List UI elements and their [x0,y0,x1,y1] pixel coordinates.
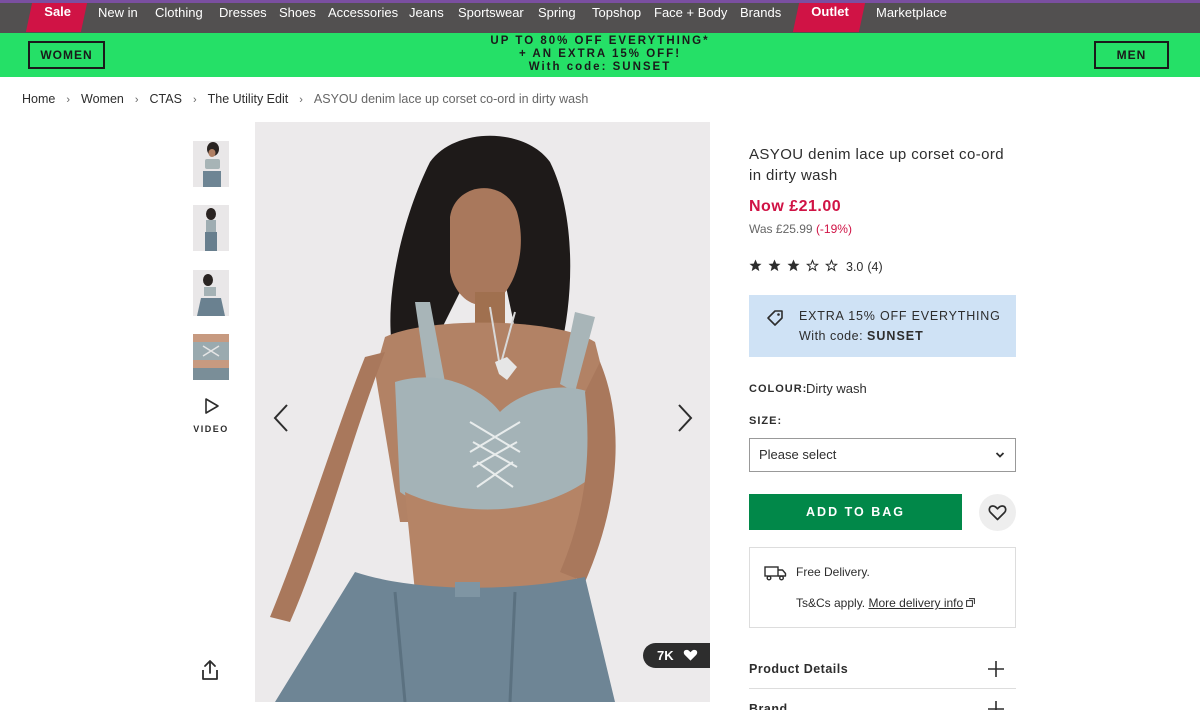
rating-count: (4) [867,260,883,274]
promo-line-1: UP TO 80% OFF EVERYTHING* [490,35,710,47]
video-play-icon[interactable] [202,397,220,415]
star-empty-icon [825,259,838,272]
star-filled-icon [787,259,800,272]
accordion-brand[interactable]: Brand [749,689,1016,710]
delivery-info-box: Free Delivery. Ts&Cs apply. More deliver… [749,547,1016,628]
nav-item-brands[interactable]: Brands [740,4,781,33]
size-select[interactable]: Please select [749,438,1016,472]
delivery-terms: Ts&Cs apply. More delivery info [796,596,976,610]
next-image-arrow-icon[interactable] [675,403,695,433]
nav-item-face-body[interactable]: Face + Body [654,4,727,33]
free-delivery-text: Free Delivery. [796,565,870,579]
men-promo-button[interactable]: MEN [1094,41,1169,69]
thumbnail-1[interactable] [193,141,229,187]
external-link-icon [966,598,976,607]
nav-item-outlet[interactable]: Outlet [792,3,865,32]
likes-count: 7K [657,648,674,663]
price-was: Was £25.99 (-19%) [749,222,852,236]
truck-icon [764,566,787,581]
video-label[interactable]: VIDEO [193,424,229,434]
rating[interactable]: 3.0 (4) [749,259,883,275]
breadcrumb-separator: › [192,94,197,106]
nav-item-dresses[interactable]: Dresses [219,4,267,33]
star-filled-icon [768,259,781,272]
breadcrumb-current: ASYOU denim lace up corset co-ord in dir… [313,92,589,106]
chevron-down-icon [995,452,1005,458]
nav-item-marketplace[interactable]: Marketplace [876,4,947,33]
star-empty-icon [806,259,819,272]
promo-line-3: With code: SUNSET [528,61,672,73]
breadcrumb-women[interactable]: Women [81,92,124,106]
save-for-later-button[interactable] [979,494,1016,531]
share-icon[interactable] [200,659,220,681]
women-promo-button[interactable]: WOMEN [28,41,105,69]
offer-line-2: With code: SUNSET [799,329,924,343]
thumbnail-3[interactable] [193,270,229,316]
breadcrumb-utility-edit[interactable]: The Utility Edit [208,92,289,106]
thumbnail-4[interactable] [193,334,229,380]
nav-item-new-in[interactable]: New in [98,4,138,33]
previous-image-arrow-icon[interactable] [271,403,291,433]
delivery-terms-prefix: Ts&Cs apply. [796,596,866,610]
plus-icon [988,661,1004,677]
nav-item-sale[interactable]: Sale [25,3,87,32]
accordion-product-details[interactable]: Product Details [749,649,1016,689]
discount-percent: (-19%) [815,222,852,236]
nav-item-spring[interactable]: Spring [538,4,576,33]
nav-item-clothing[interactable]: Clothing [155,4,203,33]
nav-item-topshop[interactable]: Topshop [592,4,641,33]
promo-banner[interactable]: WOMEN UP TO 80% OFF EVERYTHING* + AN EXT… [0,33,1200,77]
accordion-label: Product Details [749,662,849,676]
likes-badge[interactable]: 7K [643,643,710,668]
thumbnail-2[interactable] [193,205,229,251]
breadcrumb-separator: › [299,94,303,106]
promo-line-2: + AN EXTRA 15% OFF! [518,48,682,60]
price-tag-icon [767,310,783,326]
breadcrumb-ctas[interactable]: CTAS [150,92,182,106]
nav-item-accessories[interactable]: Accessories [328,4,398,33]
star-filled-icon [749,259,762,272]
breadcrumb: Home › Women › CTAS › The Utility Edit › ASYOU d… [22,92,588,106]
heart-outline-icon [988,505,1007,521]
nav-item-sportswear[interactable]: Sportswear [458,4,524,33]
top-navigation: Sale New in Clothing Dresses Shoes Acces… [0,0,1200,33]
more-delivery-info-link[interactable]: More delivery info [868,596,963,610]
colour-value: Dirty wash [806,381,867,396]
rating-value: 3.0 [846,260,864,274]
breadcrumb-home[interactable]: Home [22,92,55,106]
heart-filled-icon [683,649,698,661]
breadcrumb-separator: › [66,94,71,106]
price-now: Now £21.00 [749,198,842,215]
product-title: ASYOU denim lace up corset co-ord in dir… [749,146,1004,184]
offer-banner: EXTRA 15% OFF EVERYTHING With code: SUNS… [749,295,1016,357]
add-to-bag-button[interactable]: ADD TO BAG [749,494,962,530]
offer-code: SUNSET [867,329,924,343]
nav-item-shoes[interactable]: Shoes [279,4,316,33]
breadcrumb-separator: › [134,94,139,106]
nav-item-jeans[interactable]: Jeans [409,4,444,33]
size-select-value: Please select [759,447,837,462]
accordion-label: Brand [749,702,788,710]
plus-icon [988,701,1004,710]
main-product-image[interactable] [255,122,710,702]
price-was-value: Was £25.99 [749,222,813,236]
promo-text: UP TO 80% OFF EVERYTHING* + AN EXTRA 15%… [400,35,800,74]
size-label: SIZE: [749,415,783,427]
offer-code-prefix: With code: [799,329,864,343]
colour-label: COLOUR: [749,383,808,395]
offer-line-1: EXTRA 15% OFF EVERYTHING [799,309,1001,323]
